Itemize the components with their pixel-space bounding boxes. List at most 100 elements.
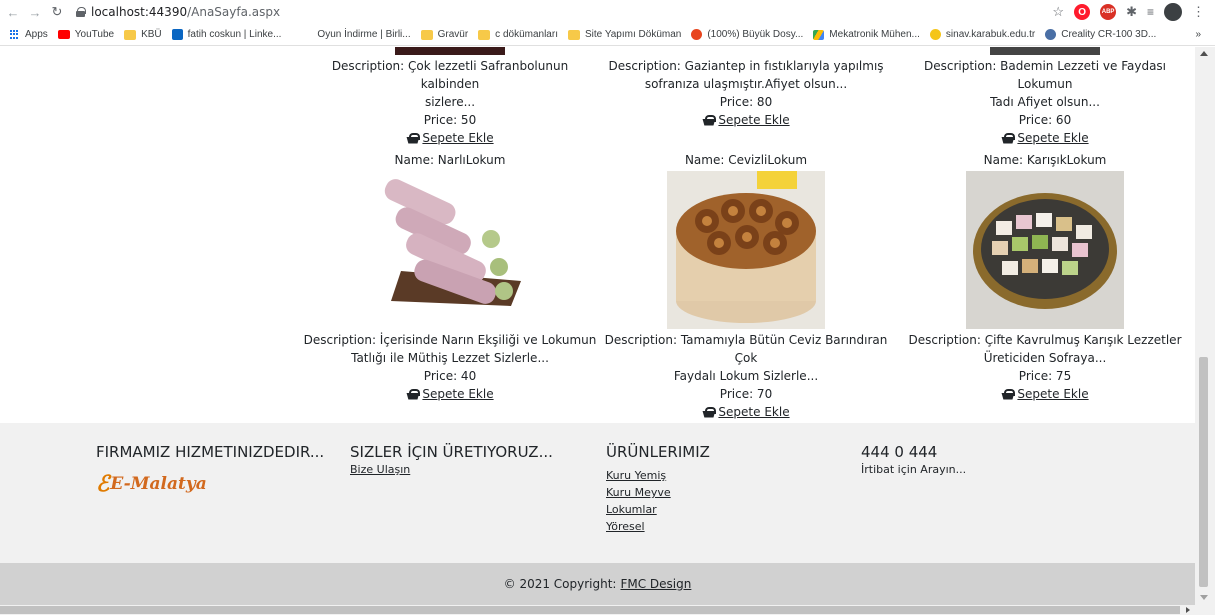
lock-icon	[76, 7, 86, 17]
product-name: Name: KarışıkLokum	[983, 153, 1107, 167]
site-logo[interactable]: ℰ E-Malatya	[96, 471, 324, 497]
product-card: Name: CevizliLokum Description: Tamamıyl…	[598, 151, 894, 423]
scroll-up-arrow-icon[interactable]	[1200, 51, 1208, 56]
bookmark-youtube[interactable]: YouTube	[57, 29, 114, 40]
product-image-top	[691, 47, 801, 55]
scroll-right-arrow-icon[interactable]	[1186, 607, 1190, 613]
product-price: Price: 75	[1018, 369, 1072, 383]
creality-icon	[1045, 29, 1057, 40]
product-card: Name: NarlıLokum Description: İçerisinde…	[302, 151, 598, 405]
basket-icon	[406, 388, 421, 400]
product-description: Description: Çok lezzetli Safranbolunun …	[331, 59, 569, 109]
footer-phone: 444 0 444	[861, 443, 938, 461]
basket-icon	[406, 132, 421, 144]
basket-icon	[1001, 132, 1016, 144]
add-to-cart-button[interactable]: Sepete Ekle	[406, 385, 494, 403]
basket-icon	[702, 406, 717, 418]
product-image-top	[395, 47, 505, 55]
footer-heading: FIRMAMIZ HIZMETINIZDEDIR...	[96, 443, 325, 461]
reload-icon[interactable]: ↻	[48, 3, 66, 21]
footer-col-products: ÜRÜNLERIMIZ Kuru Yemiş Kuru Meyve Lokuml…	[606, 443, 710, 535]
bookmark-sinav[interactable]: sinav.karabuk.edu.tr	[929, 29, 1035, 40]
footer-heading: SIZLER İÇIN ÜRETIYORUZ...	[350, 443, 553, 461]
bookmark-site-yapimi[interactable]: Site Yapımı Döküman	[567, 29, 681, 40]
opera-icon	[691, 29, 703, 40]
page-viewport: Description: Çok lezzetli Safranbolunun …	[0, 47, 1195, 605]
apps-icon	[10, 29, 20, 40]
product-card: Name: KarışıkLokum Description: Çifte Ka…	[895, 151, 1195, 405]
bookmark-creality[interactable]: Creality CR-100 3D...	[1045, 29, 1156, 40]
folder-icon	[567, 29, 580, 40]
folder-icon	[420, 29, 433, 40]
product-description: Description: İçerisinde Narın Ekşiliği v…	[303, 333, 597, 365]
star-icon[interactable]: ☆	[1052, 4, 1064, 20]
product-price: Price: 80	[719, 95, 773, 109]
product-description: Description: Gaziantep in fıstıklarıyla …	[608, 59, 884, 91]
url-host: localhost:44390	[91, 5, 188, 19]
horizontal-scrollbar[interactable]	[0, 605, 1215, 615]
browser-toolbar: ← → ↻ localhost:44390 /AnaSayfa.aspx ☆ O…	[0, 0, 1215, 24]
product-card: Description: Çok lezzetli Safranbolunun …	[302, 47, 598, 149]
smile-icon	[929, 29, 941, 40]
bookmark-kbu[interactable]: KBÜ	[124, 29, 162, 40]
footer-link-yoresel[interactable]: Yöresel	[606, 518, 710, 535]
bookmark-linkedin[interactable]: fatih coskun | Linke...	[171, 29, 281, 40]
copyright-link[interactable]: FMC Design	[620, 577, 691, 591]
scrollbar-thumb[interactable]	[1199, 357, 1208, 587]
bookmark-oyun[interactable]: Oyun İndirme | Birli...	[317, 29, 410, 40]
copyright-bar: © 2021 Copyright: FMC Design	[0, 563, 1195, 605]
product-image-top	[990, 47, 1100, 55]
product-price: Price: 70	[719, 387, 773, 401]
product-description: Description: Çifte Kavrulmuş Karışık Lez…	[908, 333, 1182, 365]
add-to-cart-button[interactable]: Sepete Ekle	[406, 129, 494, 147]
basket-icon	[702, 114, 717, 126]
address-bar[interactable]: localhost:44390 /AnaSayfa.aspx	[72, 2, 1052, 22]
media-icon[interactable]: ≡	[1147, 5, 1154, 19]
menu-icon[interactable]: ⋮	[1192, 4, 1205, 20]
footer-col-phone: 444 0 444 İrtibat için Arayın...	[861, 443, 966, 478]
linkedin-icon	[171, 29, 183, 40]
product-price: Price: 40	[423, 369, 477, 383]
folder-icon	[478, 29, 491, 40]
avatar[interactable]	[1164, 3, 1182, 21]
product-name: Name: NarlıLokum	[394, 153, 506, 167]
back-icon[interactable]: ←	[4, 3, 22, 21]
footer-link-kuru-meyve[interactable]: Kuru Meyve	[606, 484, 710, 501]
youtube-icon	[57, 30, 70, 39]
bookmark-apps[interactable]: Apps	[10, 29, 48, 40]
basket-icon	[1001, 388, 1016, 400]
footer-col-produce: SIZLER İÇIN ÜRETIYORUZ... Bize Ulaşın	[350, 443, 553, 478]
bookmarks-bar: Apps YouTube KBÜ fatih coskun | Linke...…	[0, 24, 1215, 46]
footer-col-company: FIRMAMIZ HIZMETINIZDEDIR... ℰ E-Malatya	[96, 443, 324, 497]
bookmark-c-dokumanlari[interactable]: c dökümanları	[478, 29, 558, 40]
add-to-cart-button[interactable]: Sepete Ekle	[702, 403, 790, 421]
adblock-icon[interactable]: ABP	[1100, 4, 1117, 20]
folder-icon	[124, 29, 137, 40]
copyright-text: © 2021 Copyright:	[503, 577, 617, 591]
bookmarks-more[interactable]: »	[1195, 29, 1201, 40]
footer-link-lokumlar[interactable]: Lokumlar	[606, 501, 710, 518]
opera-icon[interactable]: O	[1074, 4, 1091, 20]
vertical-scrollbar[interactable]	[1195, 47, 1215, 605]
extensions-icon[interactable]: ✱	[1126, 4, 1137, 20]
drive-icon	[813, 29, 825, 40]
footer: FIRMAMIZ HIZMETINIZDEDIR... ℰ E-Malatya S…	[0, 423, 1195, 563]
product-name: Name: CevizliLokum	[684, 153, 808, 167]
product-image	[966, 171, 1124, 329]
scroll-down-arrow-icon[interactable]	[1200, 595, 1208, 600]
add-to-cart-button[interactable]: Sepete Ekle	[1001, 129, 1089, 147]
footer-phone-caption: İrtibat için Arayın...	[861, 463, 967, 476]
contact-link[interactable]: Bize Ulaşın	[350, 461, 553, 478]
bookmark-buyuk-dosya[interactable]: (100%) Büyük Dosy...	[691, 29, 803, 40]
product-description: Description: Tamamıyla Bütün Ceviz Barın…	[604, 333, 888, 383]
logo-mark-icon: ℰ	[96, 471, 110, 497]
footer-heading: ÜRÜNLERIMIZ	[606, 443, 710, 461]
scrollbar-thumb[interactable]	[0, 606, 1180, 614]
forward-icon[interactable]: →	[26, 3, 44, 21]
bookmark-gravur[interactable]: Gravür	[420, 29, 468, 40]
bookmark-mekatronik[interactable]: Mekatronik Mühen...	[813, 29, 920, 40]
add-to-cart-button[interactable]: Sepete Ekle	[702, 111, 790, 129]
add-to-cart-button[interactable]: Sepete Ekle	[1001, 385, 1089, 403]
product-card: Description: Gaziantep in fıstıklarıyla …	[598, 47, 894, 131]
footer-link-kuru-yemis[interactable]: Kuru Yemiş	[606, 467, 710, 484]
